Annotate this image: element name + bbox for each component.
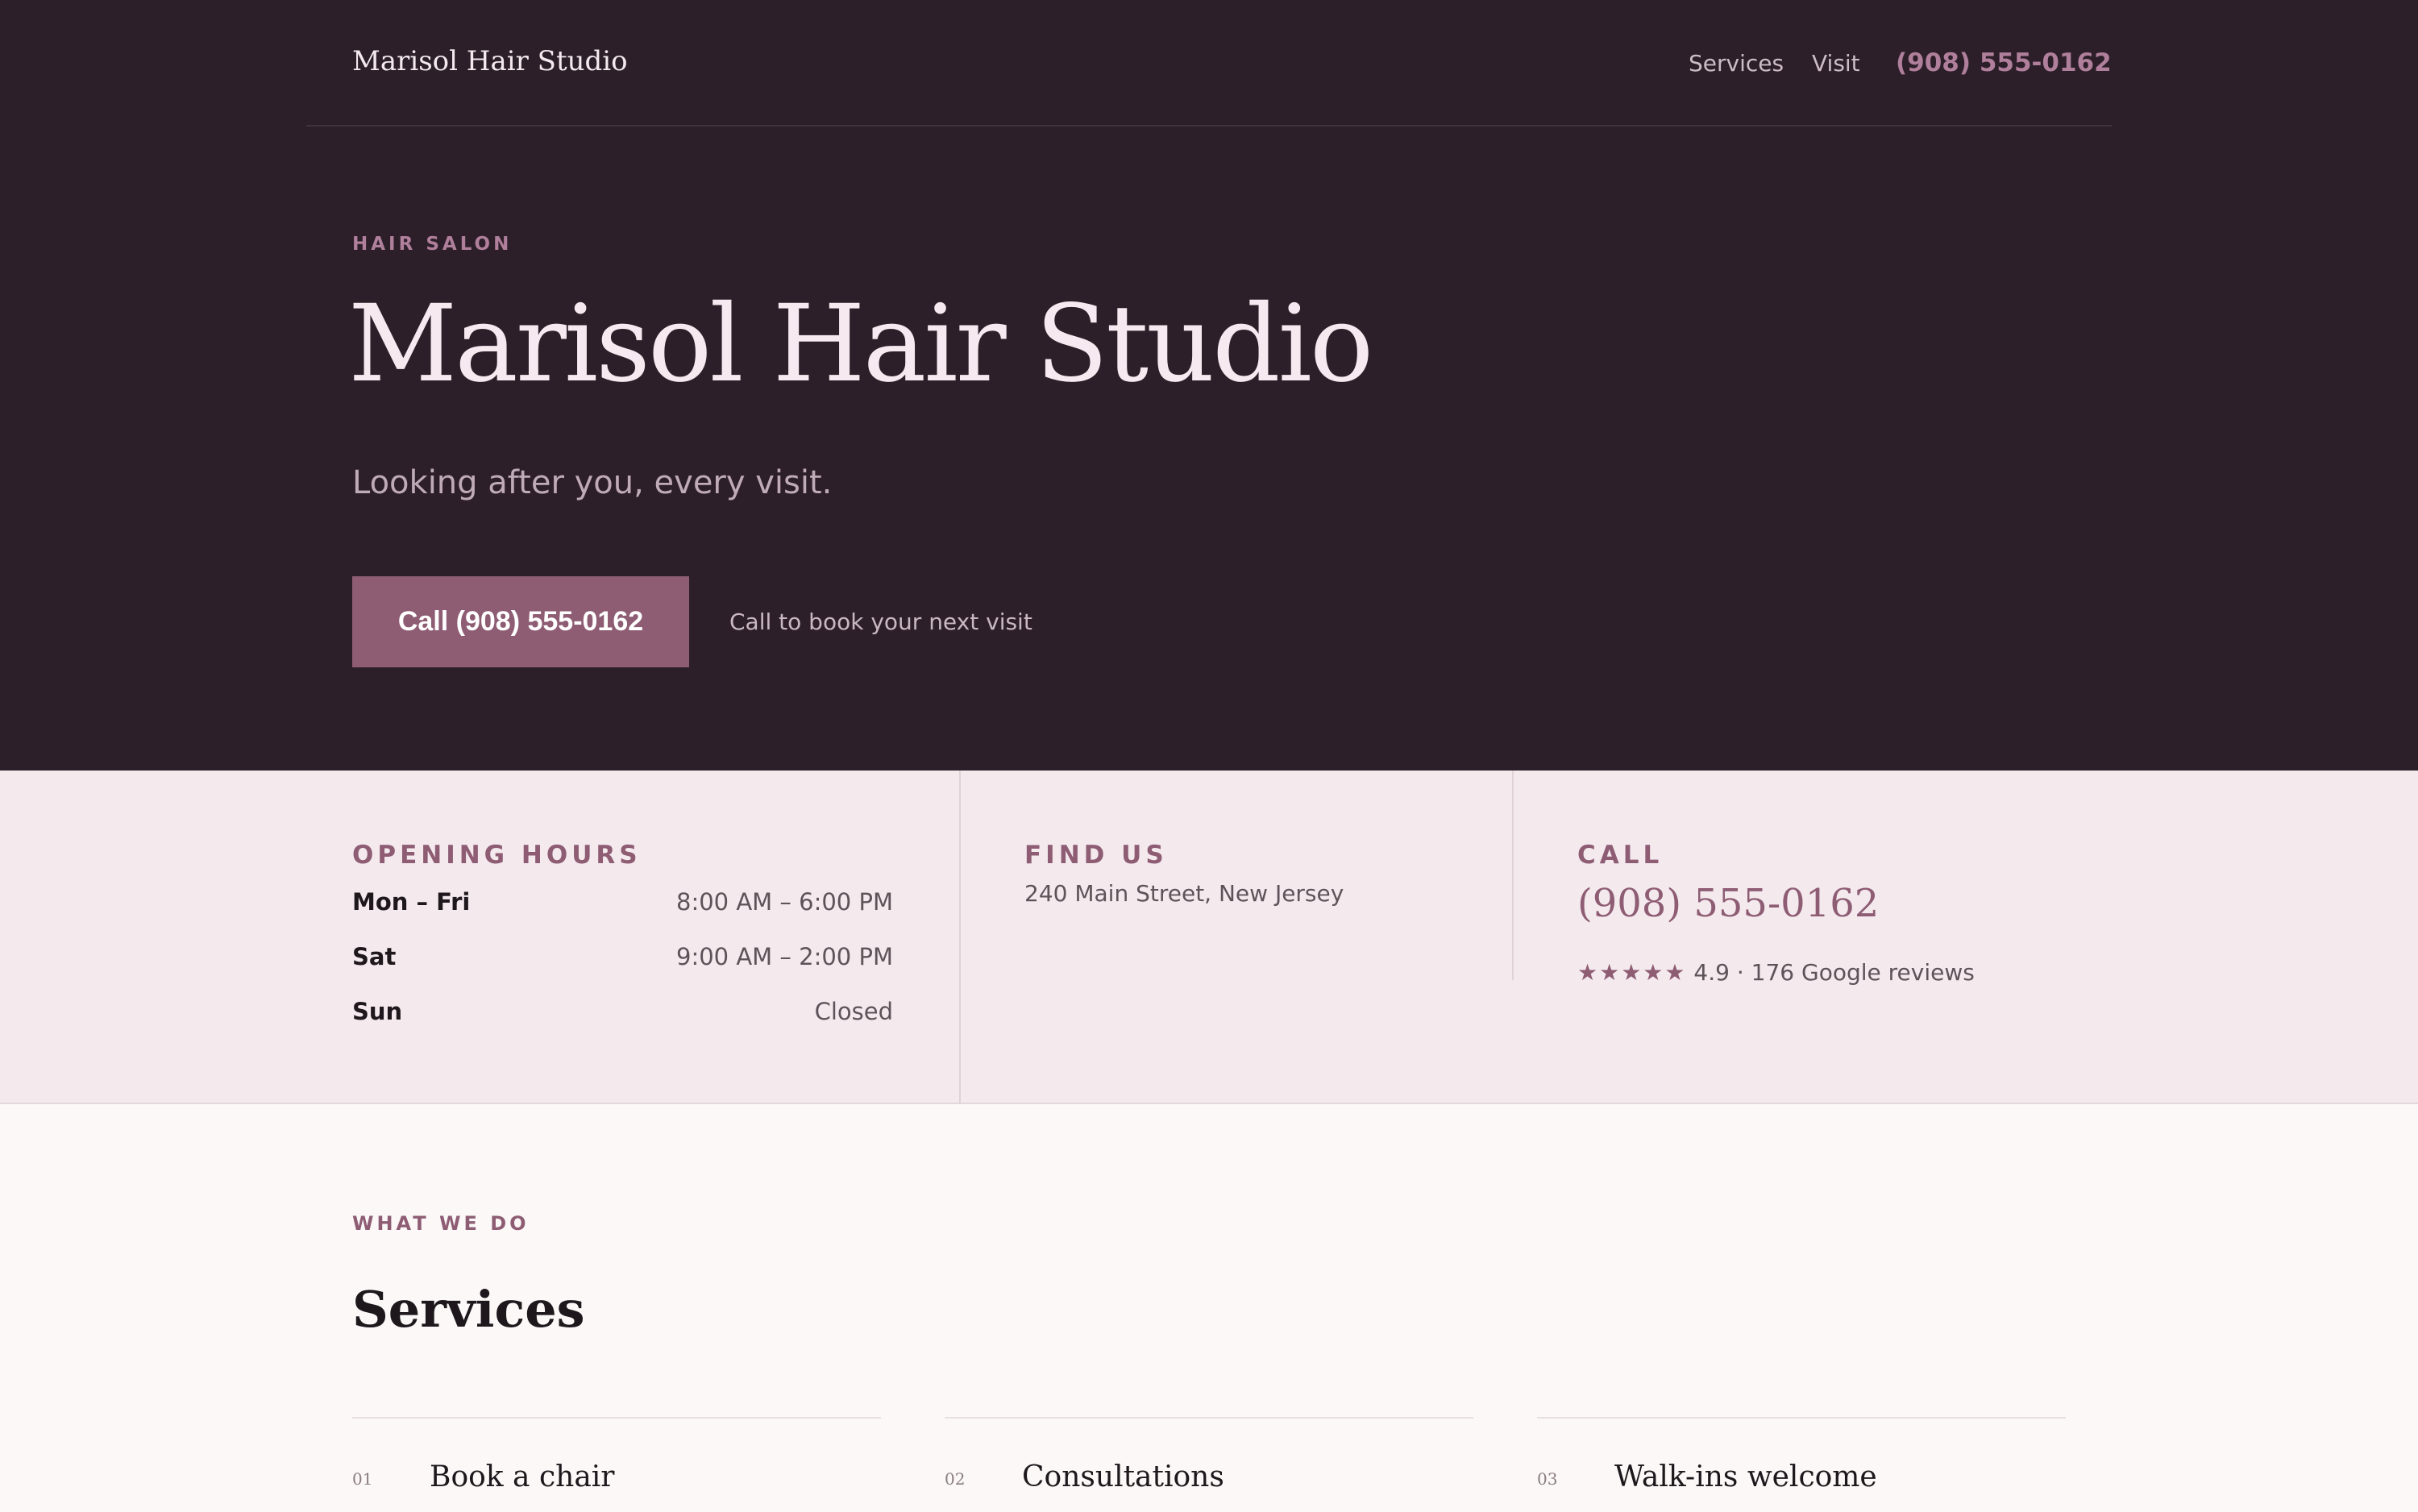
service-number: 01 <box>352 1469 373 1489</box>
info-divider <box>1512 771 1514 980</box>
hours-time: 9:00 AM – 2:00 PM <box>676 943 893 970</box>
hero-tagline: Looking after you, every visit. <box>352 464 833 501</box>
hero-eyebrow: HAIR SALON <box>352 234 513 255</box>
rating-text: 4.9 · 176 Google reviews <box>1693 959 1975 986</box>
service-name: Walk-ins welcome <box>1614 1460 1877 1493</box>
hours-day: Sun <box>352 998 403 1025</box>
find-us-heading: FIND US <box>1024 841 1168 870</box>
nav-link-services[interactable]: Services <box>1689 50 1784 77</box>
service-divider <box>352 1417 881 1419</box>
brand-logo[interactable]: Marisol Hair Studio <box>352 45 628 77</box>
call-button[interactable]: Call (908) 555-0162 <box>352 576 689 667</box>
star-rating-icon: ★★★★★ <box>1577 959 1687 986</box>
service-name: Consultations <box>1022 1460 1224 1493</box>
page-title: Marisol Hair Studio <box>348 282 1373 406</box>
nav-phone-link[interactable]: (908) 555-0162 <box>1896 48 2112 77</box>
cta-note: Call to book your next visit <box>729 609 1032 635</box>
hours-day: Sat <box>352 943 397 970</box>
services-title: Services <box>352 1280 585 1339</box>
address-text[interactable]: 240 Main Street, New Jersey <box>1024 880 1344 907</box>
hours-time: Closed <box>814 998 893 1025</box>
rating: ★★★★★ 4.9 · 176 Google reviews <box>1577 959 1975 986</box>
hours-heading: OPENING HOURS <box>352 841 642 870</box>
hours-day: Mon – Fri <box>352 888 471 916</box>
info-band <box>0 771 2418 1104</box>
service-divider <box>1537 1417 2066 1419</box>
services-eyebrow: WHAT WE DO <box>352 1212 530 1235</box>
call-phone-link[interactable]: (908) 555-0162 <box>1577 881 1879 926</box>
info-divider <box>959 771 961 1104</box>
service-number: 02 <box>945 1469 966 1489</box>
nav-divider <box>306 125 2112 127</box>
call-heading: CALL <box>1577 841 1664 870</box>
service-divider <box>945 1417 1473 1419</box>
service-name: Book a chair <box>430 1460 615 1493</box>
hours-time: 8:00 AM – 6:00 PM <box>676 888 893 916</box>
service-number: 03 <box>1537 1469 1558 1489</box>
nav-link-visit[interactable]: Visit <box>1812 50 1860 77</box>
